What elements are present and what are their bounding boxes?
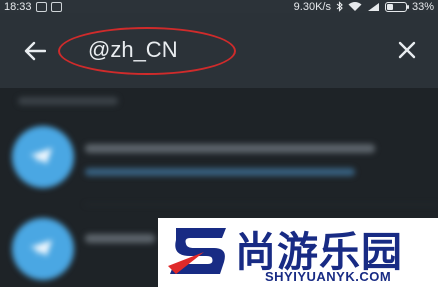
telegram-avatar (12, 218, 74, 280)
watermark-logo-icon (168, 228, 226, 274)
section-header (18, 97, 118, 105)
row-title-placeholder (85, 234, 155, 243)
row-divider (85, 204, 438, 205)
close-icon (398, 41, 416, 59)
app-icon (50, 1, 62, 12)
telegram-avatar (12, 126, 74, 188)
bluetooth-icon (336, 1, 343, 12)
notification-icon (35, 1, 47, 12)
watermark: 尚游乐园 SHYIYUANYK.COM (158, 218, 438, 287)
battery-icon (384, 1, 409, 12)
network-speed: 9.30K/s (293, 0, 331, 13)
row-sub-placeholder (85, 168, 355, 176)
arrow-left-icon (24, 41, 46, 61)
wifi-icon (348, 1, 362, 12)
back-button[interactable] (20, 37, 50, 65)
status-left: 18:33 (4, 0, 62, 13)
search-input[interactable] (88, 33, 348, 67)
signal-icon (367, 2, 380, 12)
battery-percent: 33% (411, 0, 434, 13)
status-bar: 18:33 9.30K/s 33% (0, 0, 438, 13)
clear-search-button[interactable] (392, 35, 422, 65)
watermark-en-text: SHYIYUANYK.COM (265, 269, 392, 284)
battery-fill (386, 3, 393, 10)
status-time: 18:33 (4, 0, 32, 13)
search-header (0, 13, 438, 88)
row-title-placeholder (85, 144, 375, 153)
result-row[interactable] (0, 116, 438, 206)
status-right: 9.30K/s 33% (294, 0, 434, 13)
